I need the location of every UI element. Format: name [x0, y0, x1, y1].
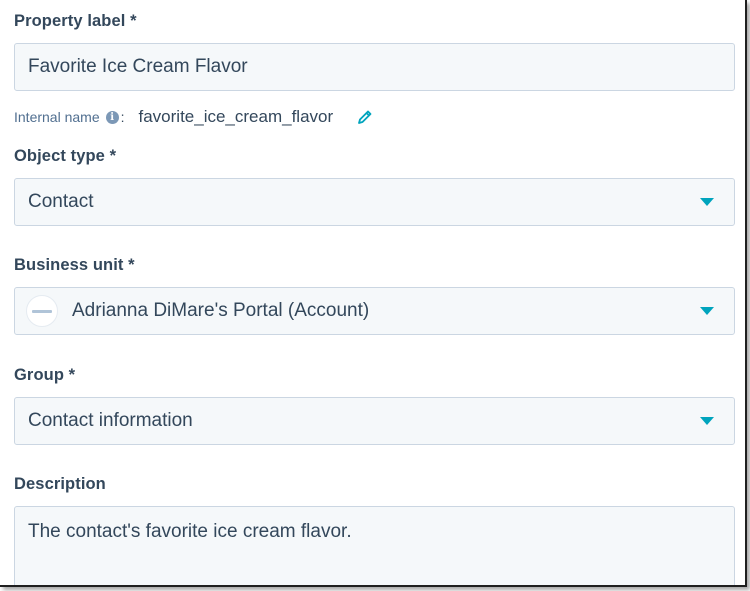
property-label-heading: Property label * [14, 12, 137, 30]
object-type-value: Contact [28, 191, 94, 212]
info-icon[interactable]: i [105, 110, 119, 124]
group-select[interactable]: Contact information [14, 397, 735, 445]
property-form: Property label * Favorite Ice Cream Flav… [0, 0, 747, 587]
description-heading: Description [14, 475, 106, 493]
caret-down-icon [700, 417, 714, 425]
group-heading: Group * [14, 366, 76, 384]
internal-name-separator: : [120, 109, 125, 125]
pencil-icon[interactable] [357, 109, 373, 125]
account-avatar [26, 295, 58, 327]
group-value: Contact information [28, 410, 193, 431]
internal-name-label: Internal name [14, 109, 100, 125]
property-label-value: Favorite Ice Cream Flavor [28, 56, 248, 77]
business-unit-heading: Business unit * [14, 256, 135, 274]
description-value: The contact's favorite ice cream flavor. [28, 521, 352, 542]
business-unit-value: Adrianna DiMare's Portal (Account) [72, 300, 370, 321]
internal-name-row: Internal name i : favorite_ice_cream_fla… [14, 106, 373, 128]
object-type-select[interactable]: Contact [14, 178, 735, 226]
description-textarea[interactable]: The contact's favorite ice cream flavor. [14, 506, 735, 585]
property-label-input[interactable]: Favorite Ice Cream Flavor [14, 43, 735, 91]
object-type-heading: Object type * [14, 147, 117, 165]
caret-down-icon [700, 307, 714, 315]
internal-name-value: favorite_ice_cream_flavor [138, 107, 334, 126]
caret-down-icon [700, 198, 714, 206]
business-unit-select[interactable]: Adrianna DiMare's Portal (Account) [14, 287, 735, 335]
